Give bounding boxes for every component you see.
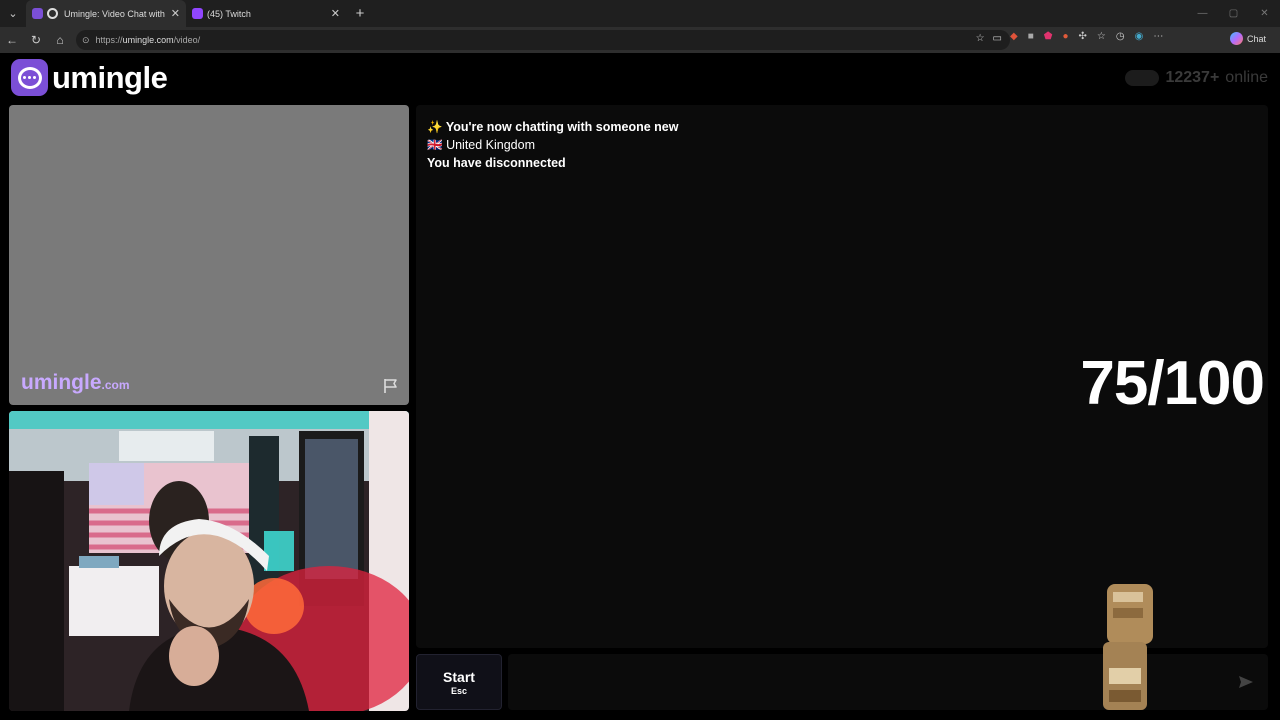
webcam-feed-image bbox=[9, 411, 409, 711]
favorite-star-icon[interactable]: ☆ bbox=[976, 33, 985, 44]
copilot-icon bbox=[1229, 32, 1243, 45]
back-icon[interactable]: ← bbox=[0, 33, 24, 47]
video-watermark: umingle.com bbox=[21, 371, 130, 394]
close-tab-icon[interactable]: ✕ bbox=[171, 7, 180, 20]
extension-icon[interactable]: ⬟ bbox=[1044, 31, 1053, 42]
camera-icon[interactable]: ▭ bbox=[993, 33, 1002, 44]
gold-statue-overlay-icon bbox=[1103, 584, 1153, 710]
history-icon[interactable]: ◷ bbox=[1116, 31, 1125, 42]
url-scheme: https:// bbox=[95, 35, 123, 45]
self-webcam-video bbox=[9, 411, 409, 711]
browser-tabstrip: ⌄ Umingle: Video Chat with Stra ✕ (45) T… bbox=[0, 0, 1280, 27]
new-tab-button[interactable]: + bbox=[348, 5, 372, 22]
maximize-icon[interactable]: ▢ bbox=[1218, 0, 1249, 27]
tab-umingle[interactable]: Umingle: Video Chat with Stra ✕ bbox=[26, 0, 186, 27]
reload-icon[interactable]: ↻ bbox=[24, 33, 48, 47]
online-status: 12237+ online bbox=[1125, 69, 1268, 87]
page: umingle 12237+ online umingle.com ✨ You'… bbox=[0, 53, 1280, 720]
address-bar[interactable]: ⊙ https://umingle.com/video/ ☆ ▭ bbox=[76, 30, 1010, 50]
start-button[interactable]: Start Esc bbox=[416, 654, 502, 710]
report-flag-icon[interactable] bbox=[383, 378, 399, 393]
uk-flag-icon: 🇬🇧 bbox=[427, 138, 443, 152]
score-overlay: 75/100 bbox=[1080, 349, 1265, 418]
logo-text: umingle bbox=[52, 59, 168, 95]
tab-title: Umingle: Video Chat with Stra bbox=[64, 8, 165, 19]
umingle-favicon-icon bbox=[32, 8, 43, 19]
url-path: /video/ bbox=[173, 35, 201, 45]
profile-icon[interactable]: ◉ bbox=[1135, 31, 1144, 42]
extensions-puzzle-icon[interactable]: ✣ bbox=[1079, 31, 1087, 42]
online-count: 12237+ bbox=[1165, 69, 1220, 86]
sparkles-icon: ✨ bbox=[427, 120, 443, 134]
window-controls: — ▢ ✕ bbox=[1187, 0, 1280, 27]
site-logo[interactable]: umingle bbox=[11, 59, 168, 96]
browser-toolbar: ← ↻ ⌂ ⊙ https://umingle.com/video/ ☆ ▭ ◆… bbox=[0, 27, 1280, 53]
start-hint: Esc bbox=[450, 685, 467, 696]
chat-label: Chat bbox=[1246, 33, 1266, 44]
chat-log: ✨ You're now chatting with someone new 🇬… bbox=[416, 105, 1268, 648]
extension-icon[interactable]: ■ bbox=[1028, 31, 1034, 42]
chat-message: You have disconnected bbox=[427, 156, 566, 170]
status-toggle[interactable] bbox=[1125, 70, 1160, 86]
minimize-icon[interactable]: — bbox=[1187, 0, 1218, 27]
more-menu-icon[interactable]: ⋯ bbox=[1153, 31, 1163, 42]
chat-message: ✨ You're now chatting with someone new bbox=[427, 120, 679, 134]
tab-list-icon[interactable]: ⌄ bbox=[0, 0, 26, 27]
home-icon[interactable]: ⌂ bbox=[48, 33, 72, 47]
close-window-icon[interactable]: ✕ bbox=[1249, 0, 1280, 27]
online-label: online bbox=[1225, 69, 1268, 86]
recording-icon bbox=[47, 8, 58, 19]
copilot-chat-button[interactable]: Chat bbox=[1229, 32, 1266, 45]
chat-message: 🇬🇧 United Kingdom bbox=[427, 138, 536, 152]
close-tab-icon[interactable]: ✕ bbox=[331, 7, 340, 20]
twitch-favicon-icon bbox=[192, 8, 203, 19]
stranger-video: umingle.com bbox=[9, 105, 409, 405]
send-icon[interactable] bbox=[1238, 674, 1254, 690]
extension-icon[interactable]: ◆ bbox=[1010, 31, 1018, 42]
tab-twitch[interactable]: (45) Twitch ✕ bbox=[186, 0, 346, 27]
start-label: Start bbox=[443, 668, 475, 685]
favorites-icon[interactable]: ☆ bbox=[1097, 31, 1106, 42]
site-info-icon[interactable]: ⊙ bbox=[82, 35, 90, 46]
url-host: umingle.com bbox=[122, 35, 174, 45]
chat-bubble-logo-icon bbox=[11, 59, 48, 96]
extension-icon[interactable]: ● bbox=[1062, 31, 1068, 42]
tab-title: (45) Twitch bbox=[207, 8, 251, 19]
extensions-bar: ◆ ■ ⬟ ● ✣ ☆ ◷ ◉ ⋯ bbox=[1010, 31, 1163, 42]
